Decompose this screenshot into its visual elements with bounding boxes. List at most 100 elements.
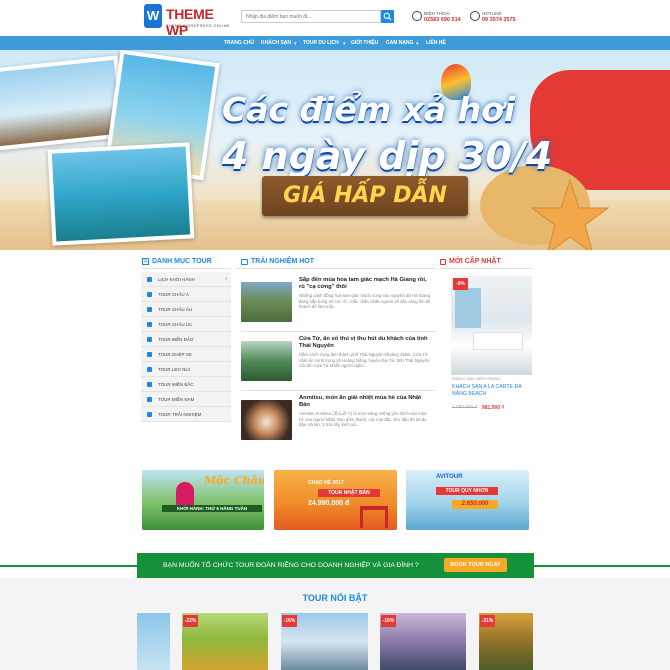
banner-price: 24.990.000 đ	[308, 500, 350, 507]
calendar-icon	[440, 259, 446, 265]
phone-contact: ĐIỆN THOẠI 02583 690 514	[424, 11, 461, 23]
news-icon	[241, 259, 248, 265]
news-excerpt: Những cánh đồng hoa tam giác mạch vùng c…	[299, 293, 431, 310]
mountain-icon	[147, 367, 152, 372]
torii-gate-image	[360, 506, 388, 528]
hero-slider[interactable]: Các điểm xả hơi 4 ngày dịp 30/4	[0, 50, 670, 250]
divider	[440, 268, 532, 269]
banner-japan[interactable]: CHÀO HÈ 2017 TOUR NHẬT BẢN 24.990.000 đ	[274, 470, 397, 530]
divider	[241, 331, 435, 332]
map-icon: A	[142, 258, 149, 265]
search-input[interactable]	[241, 10, 381, 23]
category-item[interactable]: LỊCH KHỞI HÀNH ›	[141, 272, 231, 287]
banner-title: Mộc Châu	[204, 474, 264, 487]
category-label: TOUR BIỂN ĐẢO	[158, 337, 194, 342]
hotel-category[interactable]: KHÁCH SẠN, MIỀN TRUNG	[452, 377, 500, 381]
nav-guide[interactable]: CẨM NANG	[386, 36, 414, 50]
calendar-icon	[147, 277, 152, 282]
starfish-icon	[530, 178, 610, 250]
banner-moc-chau[interactable]: Mộc Châu KHỞI HÀNH: THỨ 6 HẰNG TUẦN	[142, 470, 264, 530]
hero-title-line3: GIÁ HẤP DẪN	[283, 183, 447, 208]
hotline-icon	[470, 11, 480, 21]
category-item[interactable]: TOUR MIỀN NAM	[141, 392, 231, 407]
category-label: TOUR GHÉP XE	[158, 352, 192, 357]
hotline-contact: HOTLINE 09 3574 3575	[482, 11, 516, 23]
island-icon	[147, 337, 152, 342]
chevron-right-icon: ›	[225, 276, 227, 282]
car-icon	[147, 352, 152, 357]
cta-text: BẠN MUỐN TỔ CHỨC TOUR ĐOÀN RIÊNG CHO DOA…	[163, 562, 419, 569]
discount-badge: -16%	[381, 615, 396, 627]
discount-badge: -31%	[480, 615, 495, 627]
category-title: DANH MỤC TOUR	[152, 258, 212, 265]
experience-title: TRẢI NGHIỆM HOT	[251, 258, 314, 265]
logo-w-icon: W	[144, 4, 162, 28]
category-item[interactable]: TOUR CHÂU ÂU	[141, 302, 231, 317]
category-item[interactable]: TOUR BIỂN ĐẢO	[141, 332, 231, 347]
search-button[interactable]	[381, 10, 394, 23]
compass-icon	[147, 412, 152, 417]
chevron-down-icon: ▾	[294, 41, 297, 47]
hero-photo-island	[47, 142, 195, 246]
category-label: TOUR CHÂU ÂU	[158, 307, 193, 312]
window-image	[455, 288, 481, 328]
new-price: 981.000 ₫	[482, 405, 505, 411]
news-title[interactable]: Anmitsu, món ăn giải nhiệt mùa hè của Nh…	[299, 395, 431, 409]
banner-top: CHÀO HÈ 2017	[308, 480, 344, 486]
banner-quy-nhon[interactable]: AVITOUR TOUR QUY NHƠN 2.650.000	[406, 470, 529, 530]
site-logo[interactable]: W THEME WP THEME WORDPRESS ONLINE	[144, 4, 236, 38]
asia-icon	[147, 292, 152, 297]
category-item[interactable]: TOUR LEO NÚI	[141, 362, 231, 377]
nav-contact[interactable]: LIÊN HỆ	[426, 36, 446, 50]
tour-thumbnail[interactable]	[137, 613, 170, 670]
nav-hotels[interactable]: KHÁCH SẠN	[261, 36, 291, 50]
news-thumbnail[interactable]	[241, 282, 292, 322]
divider	[236, 268, 435, 269]
nav-home[interactable]: TRANG CHỦ	[224, 36, 254, 50]
bed-image	[473, 332, 523, 350]
news-thumbnail[interactable]	[241, 341, 292, 381]
category-item[interactable]: TOUR CHÂU ÚC	[141, 317, 231, 332]
chevron-down-icon: ▾	[343, 41, 346, 47]
logo-text: THEME WP	[166, 6, 214, 38]
category-label: TOUR MIỀN NAM	[158, 397, 195, 402]
news-title[interactable]: Cửa Tử, ẩn số thú vị thu hút du khách củ…	[299, 336, 431, 350]
search-icon	[383, 12, 392, 21]
hotline-number[interactable]: 09 3574 3575	[482, 17, 516, 23]
hero-title-line2: 4 ngày dịp 30/4	[222, 134, 553, 178]
category-label: TOUR CHÂU Á	[158, 292, 189, 297]
banner-label: TOUR QUY NHƠN	[436, 487, 498, 495]
book-tour-button[interactable]: BOOK TOUR NGAY	[444, 558, 507, 572]
news-excerpt: Nằm cách trung tâm thành phố Thái Nguyên…	[299, 352, 431, 369]
category-item[interactable]: TOUR CHÂU Á	[141, 287, 231, 302]
phone-number[interactable]: 02583 690 514	[424, 17, 461, 23]
australia-icon	[147, 322, 152, 327]
discount-badge: -16%	[282, 615, 297, 627]
hotel-name[interactable]: KHÁCH SẠN A LA CARTE ĐÀ NẴNG BEACH	[452, 384, 534, 397]
category-item[interactable]: TOUR MIỀN BẮC	[141, 377, 231, 392]
hero-title-line1: Các điểm xả hơi	[222, 90, 516, 129]
banner-mid: TOUR NHẬT BẢN	[318, 489, 380, 497]
banner-price: 2.650.000	[452, 500, 498, 509]
discount-badge: -22%	[183, 615, 198, 627]
slider-dots[interactable]	[328, 240, 343, 258]
pin-icon	[147, 397, 152, 402]
news-thumbnail[interactable]	[241, 400, 292, 440]
discount-badge: -9%	[453, 278, 468, 290]
category-item[interactable]: TOUR TRẢI NGHIỆM	[141, 407, 231, 422]
nav-about[interactable]: GIỚI THIỆU	[351, 36, 378, 50]
divider	[141, 268, 231, 269]
nav-tours[interactable]: TOUR DU LỊCH	[303, 36, 339, 50]
hotel-image[interactable]	[451, 276, 532, 375]
category-item[interactable]: TOUR GHÉP XE	[141, 347, 231, 362]
category-label: TOUR LEO NÚI	[158, 367, 190, 372]
news-title[interactable]: Sắp đến mùa hoa tam giác mạch Hà Giang r…	[299, 277, 431, 291]
old-price: 1.080.000 ₫	[452, 405, 478, 410]
featured-title: TOUR NỔI BẬT	[302, 593, 368, 603]
cta-banner: BẠN MUỐN TỔ CHỨC TOUR ĐOÀN RIÊNG CHO DOA…	[137, 553, 534, 578]
category-list: LỊCH KHỞI HÀNH › TOUR CHÂU Á TOUR CHÂU ÂU…	[141, 272, 231, 422]
category-label: TOUR TRẢI NGHIỆM	[158, 412, 202, 417]
divider	[241, 390, 435, 391]
main-nav: TRANG CHỦ KHÁCH SẠN ▾ TOUR DU LỊCH ▾ GIỚ…	[0, 36, 670, 50]
updates-title: MỚI CẬP NHẬT	[449, 258, 501, 265]
